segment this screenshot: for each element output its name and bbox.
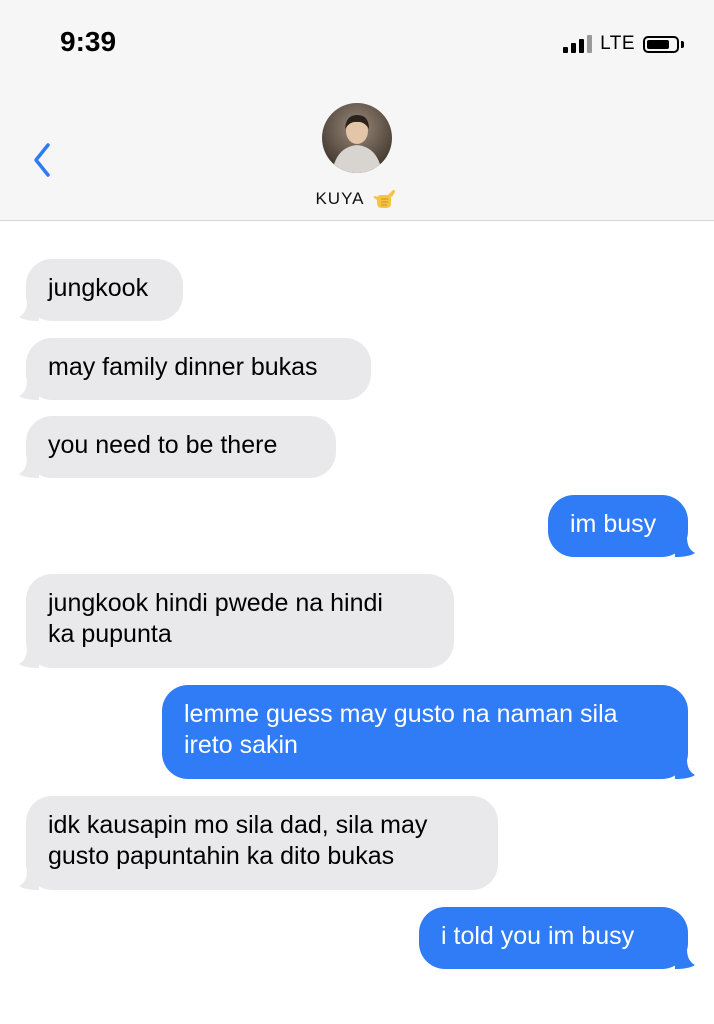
battery-icon [643, 35, 684, 53]
message-text: may family dinner bukas [48, 353, 318, 381]
network-type: LTE [600, 33, 635, 54]
chevron-left-icon [34, 143, 50, 177]
message-text: i told you im busy [441, 922, 635, 950]
call-me-hand-icon [373, 189, 395, 208]
contact-info[interactable]: KUYA [0, 186, 714, 212]
message-text: im busy [570, 510, 657, 538]
back-button[interactable] [28, 140, 58, 180]
message-bubble-received[interactable]: you need to be there [19, 416, 336, 478]
message-text: idk kausapin mo sila dad, sila may gusto… [48, 811, 428, 870]
contact-avatar[interactable] [322, 103, 392, 173]
message-bubble-received[interactable]: jungkook hindi pwede na hindi ka pupunta [19, 574, 454, 668]
message-bubble-sent[interactable]: lemme guess may gusto na naman sila iret… [162, 685, 695, 779]
message-bubble-sent[interactable]: i told you im busy [419, 907, 695, 969]
message-bubble-received[interactable]: may family dinner bukas [19, 338, 371, 400]
message-bubble-received[interactable]: jungkook [19, 259, 183, 321]
status-time: 9:39 [60, 26, 117, 57]
message-text: jungkook hindi pwede na hindi ka pupunta [48, 589, 383, 648]
cellular-signal-icon [563, 35, 593, 53]
status-indicators: LTE [563, 30, 684, 58]
contact-name: KUYA [315, 189, 365, 208]
message-text: lemme guess may gusto na naman sila iret… [184, 700, 618, 759]
message-text: you need to be there [48, 431, 278, 459]
message-bubble-sent[interactable]: im busy [548, 495, 695, 557]
avatar-photo-icon [322, 103, 392, 173]
message-text: jungkook [48, 274, 149, 302]
message-bubble-received[interactable]: idk kausapin mo sila dad, sila may gusto… [19, 796, 498, 890]
conversation-header: 9:39 LTE KUYA [0, 0, 714, 221]
